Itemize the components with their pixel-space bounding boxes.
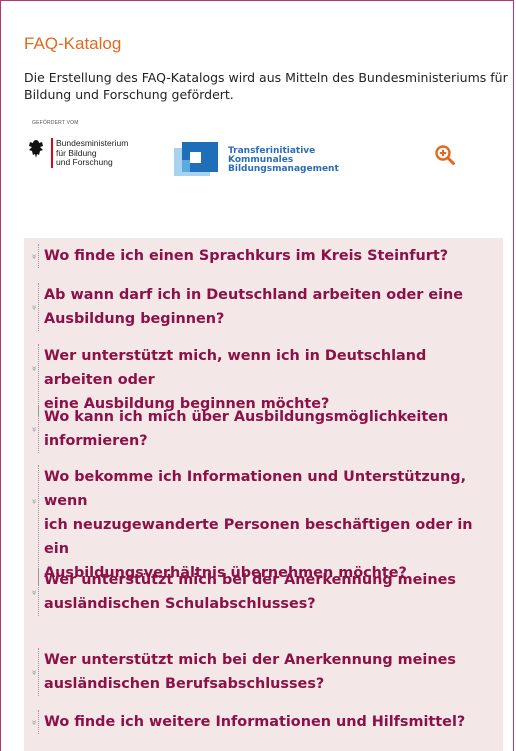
chevron-down-icon: »: [28, 426, 39, 433]
chevron-down-icon: »: [28, 365, 39, 372]
faq-item[interactable]: » Wo finde ich weitere Informationen und…: [24, 710, 503, 734]
faq-question-line: informieren?: [44, 433, 148, 449]
faq-question-line: Wo kann ich mich über Ausbildungsmöglich…: [44, 409, 449, 425]
chevron-down-icon: »: [28, 498, 39, 505]
faq-item[interactable]: » Wer unterstützt mich, wenn ich in Deut…: [24, 344, 503, 416]
faq-question-line: ausländischen Berufsabschlusses?: [44, 676, 325, 692]
faq-question[interactable]: Wo finde ich einen Sprachkurs im Kreis S…: [38, 244, 494, 268]
faq-question-line: Wer unterstützt mich, wenn ich in Deutsc…: [44, 348, 427, 388]
faq-question-line: ausländischen Schulabschlusses?: [44, 596, 316, 612]
faq-item[interactable]: » Wer unterstützt mich bei der Anerkennu…: [24, 648, 503, 696]
faq-question-line: ich neuzugewanderte Personen beschäftige…: [44, 517, 473, 557]
faq-item[interactable]: » Wo finde ich einen Sprachkurs im Kreis…: [24, 244, 503, 268]
intro-text: Die Erstellung des FAQ-Katalogs wird aus…: [24, 70, 508, 102]
faq-item[interactable]: » Ab wann darf ich in Deutschland arbeit…: [24, 283, 503, 331]
faq-question-line: Ausbildung beginnen?: [44, 311, 225, 327]
sponsor-logos: GEFÖRDERT VOM Bundesministerium für Bild…: [22, 120, 462, 200]
faq-question-line: Ab wann darf ich in Deutschland arbeiten…: [44, 287, 464, 303]
chevron-down-icon: »: [28, 304, 39, 311]
chevron-down-icon: »: [28, 669, 39, 676]
faq-question-line: Wer unterstützt mich bei der Anerkennung…: [44, 572, 456, 588]
faq-item[interactable]: » Wo kann ich mich über Ausbildungsmögli…: [24, 405, 503, 453]
transferinitiative-logo-text: Transferinitiative Kommunales Bildungsma…: [228, 147, 339, 174]
faq-question[interactable]: Wo finde ich weitere Informationen und H…: [38, 710, 494, 734]
faq-question-line: Wo finde ich weitere Informationen und H…: [44, 714, 466, 730]
faq-item[interactable]: » Wer unterstützt mich bei der Anerkennu…: [24, 568, 503, 616]
faq-question[interactable]: Wer unterstützt mich bei der Anerkennung…: [38, 568, 494, 616]
bmbf-logo-text: Bundesministerium für Bildung und Forsch…: [56, 138, 128, 168]
chevron-down-icon: »: [28, 589, 39, 596]
faq-question[interactable]: Wo bekomme ich Informationen und Unterst…: [38, 465, 494, 585]
tk-line-3: Bildungsmanagement: [228, 164, 339, 174]
faq-question-line: Wo bekomme ich Informationen und Unterst…: [44, 469, 467, 509]
faq-item[interactable]: » Wo bekomme ich Informationen und Unter…: [24, 465, 503, 585]
chevron-down-icon: »: [28, 253, 39, 260]
chevron-down-icon: »: [28, 719, 39, 726]
faq-question[interactable]: Wer unterstützt mich bei der Anerkennung…: [38, 648, 494, 696]
faq-question[interactable]: Wo kann ich mich über Ausbildungsmöglich…: [38, 405, 494, 453]
bmbf-line-3: und Forschung: [56, 157, 113, 167]
zoom-in-icon[interactable]: [434, 144, 456, 166]
faq-question-line: Wer unterstützt mich bei der Anerkennung…: [44, 652, 456, 668]
transferinitiative-logo-icon: [174, 142, 218, 176]
federal-eagle-icon: [29, 140, 43, 158]
faq-accordion: » Wo finde ich einen Sprachkurs im Kreis…: [24, 238, 503, 751]
page-title: FAQ-Katalog: [24, 34, 122, 53]
bmbf-funded-label: GEFÖRDERT VOM: [32, 120, 79, 126]
faq-question[interactable]: Ab wann darf ich in Deutschland arbeiten…: [38, 283, 494, 331]
bmbf-flag-bar: [51, 138, 53, 168]
faq-question-line: Wo finde ich einen Sprachkurs im Kreis S…: [44, 248, 449, 264]
